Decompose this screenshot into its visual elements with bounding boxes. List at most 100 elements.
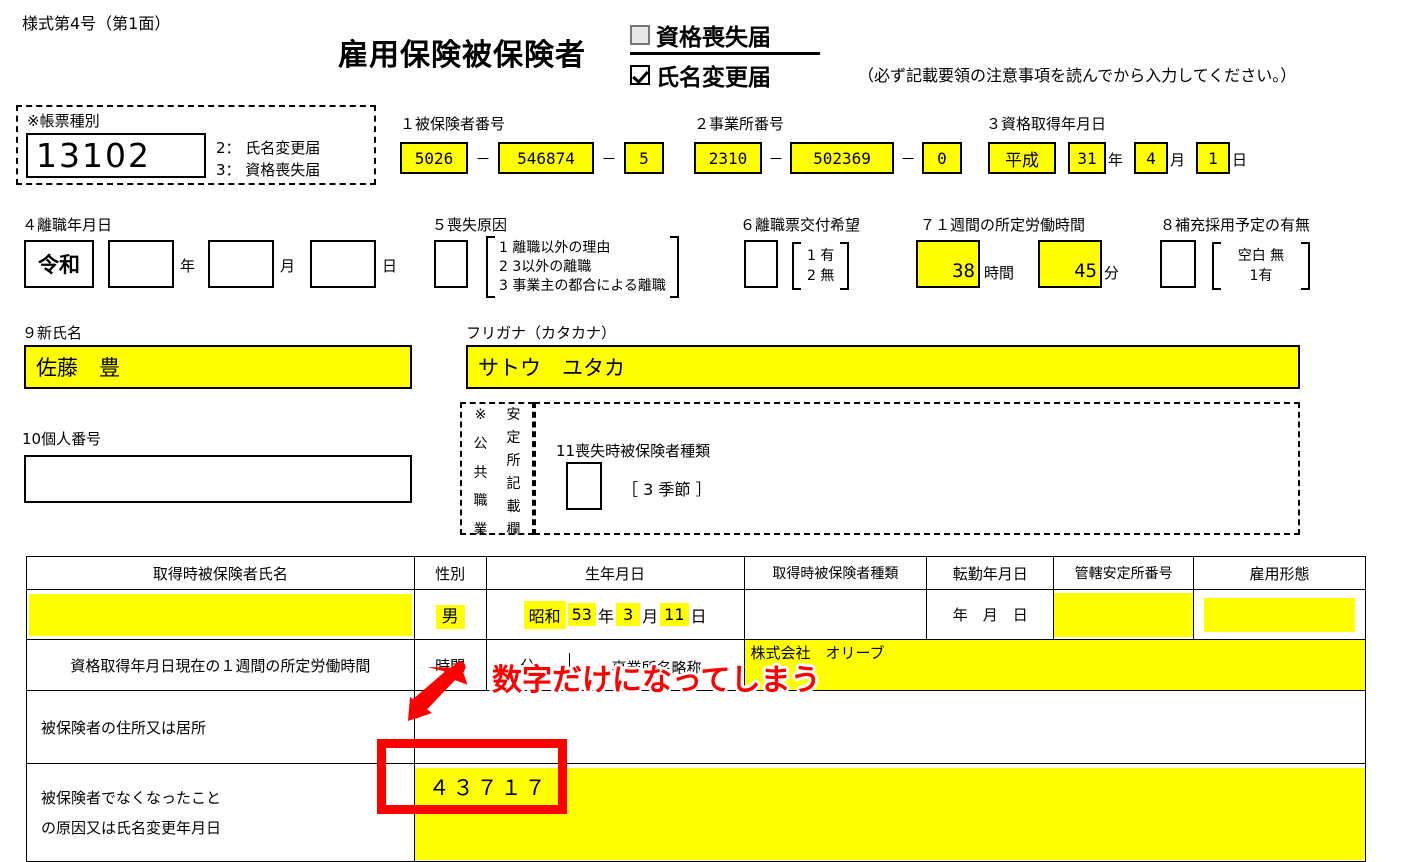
table-reason-label-line2: の原因又は氏名変更年月日 xyxy=(41,818,222,837)
field7-hours-value: 38 xyxy=(952,260,975,282)
table-office-name-cell[interactable]: 株式会社 オリーブ xyxy=(743,639,1366,691)
table-value-row: 男 昭和 53 年 3 月 11 日 年 月 日 xyxy=(26,589,1366,640)
field2-part3[interactable]: 0 xyxy=(922,142,962,174)
record-type-legend-1: 2： 氏名変更届 xyxy=(216,139,321,157)
field3-year[interactable]: 31 xyxy=(1068,142,1106,174)
field7-minutes[interactable]: 45 xyxy=(1038,240,1102,288)
field3-era-value: 平成 xyxy=(1005,150,1039,171)
table-header-row: 取得時被保険者氏名 性別 生年月日 取得時被保険者種類 転勤年月日 管轄安定所番… xyxy=(26,556,1366,590)
field5-options: 1 離職以外の理由 2 3以外の離職 3 事業主の都合による離職 xyxy=(486,236,679,298)
table-header-birthdate: 生年月日 xyxy=(485,556,745,590)
table-birth-year: 53 xyxy=(567,603,596,626)
field4-month[interactable] xyxy=(208,240,274,288)
table-cell-gender[interactable]: 男 xyxy=(413,589,487,640)
field5-option-2: 2 3以外の離職 xyxy=(499,258,592,275)
option-namechange-row[interactable]: 氏名変更届 xyxy=(630,58,771,92)
table-cell-birthdate[interactable]: 昭和 53 年 3 月 11 日 xyxy=(485,589,745,640)
table-header-transfer-date: 転勤年月日 xyxy=(926,556,1055,590)
bracket-open-icon xyxy=(486,236,495,298)
field10-input[interactable] xyxy=(24,455,412,503)
table-birth-month: 3 xyxy=(615,603,641,626)
field4-day-unit: 日 xyxy=(382,257,398,275)
table-cell-insured-type[interactable] xyxy=(743,589,928,640)
field6-input[interactable] xyxy=(744,240,778,288)
table-header-name: 取得時被保険者氏名 xyxy=(26,556,415,590)
office-use-col1-c1: 公 xyxy=(473,435,488,452)
field3-month[interactable]: 4 xyxy=(1134,142,1168,174)
field3-day[interactable]: 1 xyxy=(1196,142,1230,174)
field7-hours-unit: 時間 xyxy=(984,264,1015,282)
checkbox-namechange-checked[interactable] xyxy=(630,65,650,85)
field11-label: 11喪失時被保険者種類 xyxy=(556,442,711,460)
bracket-close-icon xyxy=(1301,242,1310,290)
field5-option-1: 1 離職以外の理由 xyxy=(499,239,611,256)
field1-sep-2: － xyxy=(601,149,617,168)
field3-label: ３資格取得年月日 xyxy=(986,115,1107,133)
field2-part1[interactable]: 2310 xyxy=(694,142,762,174)
field9-label: ９新氏名 xyxy=(22,324,83,342)
field3-year-value: 31 xyxy=(1077,148,1097,168)
table-header-employment-type: 雇用形態 xyxy=(1193,556,1366,590)
field9-name-input[interactable]: 佐藤 豊 xyxy=(24,345,412,389)
record-type-input[interactable]: 13102 xyxy=(26,133,206,178)
field11-option: ［ 3 季節 ］ xyxy=(622,480,712,499)
field8-input[interactable] xyxy=(1160,240,1196,288)
bracket-open-icon xyxy=(792,242,801,290)
record-type-legend-2: 3： 資格喪失届 xyxy=(216,161,321,179)
field7-hours[interactable]: 38 xyxy=(916,240,980,288)
office-use-col1-c4: 業 xyxy=(473,522,488,538)
field1-part3[interactable]: 5 xyxy=(624,142,664,174)
field8-option-list: 空白 無 1有 xyxy=(1227,242,1295,290)
table-gender-value: 男 xyxy=(435,605,465,629)
table-cell-name[interactable] xyxy=(26,589,415,640)
field4-year[interactable] xyxy=(108,240,174,288)
field6-options: 1 有 2 無 xyxy=(792,242,850,290)
field6-option-list: 1 有 2 無 xyxy=(807,242,834,290)
office-use-col1-c3: 職 xyxy=(473,493,488,510)
field9-furigana-input[interactable]: サトウ ユタカ xyxy=(466,345,1300,389)
field9-furigana-label: フリガナ（カタカナ） xyxy=(466,324,617,342)
office-use-col2-c1: 定 xyxy=(506,430,521,446)
field1-part2[interactable]: 546874 xyxy=(498,142,594,174)
field2-sep-2: － xyxy=(900,149,916,168)
table-birth-day-unit: 日 xyxy=(690,606,707,626)
field2-sep-1: － xyxy=(768,149,784,168)
table-address-label: 被保険者の住所又は居所 xyxy=(26,690,415,764)
field5-input[interactable] xyxy=(434,240,468,288)
field4-label: ４離職年月日 xyxy=(22,216,113,234)
field4-month-unit: 月 xyxy=(280,257,296,275)
office-use-col2-c5: 欄 xyxy=(506,522,521,538)
checkbox-loss-unchecked[interactable] xyxy=(630,25,650,45)
field5-label: ５喪失原因 xyxy=(432,216,508,234)
office-use-col2: 安 定 所 記 載 欄 xyxy=(507,408,521,537)
table-header-gender: 性別 xyxy=(413,556,487,590)
option-loss-row[interactable]: 資格喪失届 xyxy=(630,18,771,52)
field3-month-value: 4 xyxy=(1146,148,1156,168)
field1-part2-value: 546874 xyxy=(517,148,575,168)
field2-part2[interactable]: 502369 xyxy=(790,142,894,174)
annotation-highlight-box xyxy=(377,739,567,814)
table-cell-transfer-date[interactable]: 年 月 日 xyxy=(926,589,1055,640)
office-use-content-box xyxy=(534,402,1300,535)
field1-part1[interactable]: 5026 xyxy=(400,142,468,174)
field11-input[interactable] xyxy=(566,462,602,510)
field3-day-unit: 日 xyxy=(1232,151,1248,169)
record-type-label: ※帳票種別 xyxy=(27,112,100,130)
office-use-vertical-label-box: ※ 公 共 職 業 安 定 所 記 載 欄 xyxy=(460,402,534,538)
table-cell-employment-type[interactable] xyxy=(1193,589,1366,640)
office-use-col2-c4: 載 xyxy=(506,499,521,515)
field9-furigana-value: サトウ ユタカ xyxy=(478,356,625,380)
table-reason-label: 被保険者でなくなったこと の原因又は氏名変更年月日 xyxy=(26,763,415,862)
bracket-close-icon xyxy=(669,236,679,298)
field4-era[interactable]: 令和 xyxy=(24,240,94,288)
form-number: 様式第4号（第1面） xyxy=(22,14,171,33)
field3-era[interactable]: 平成 xyxy=(988,142,1056,174)
table-cell-office-no[interactable] xyxy=(1053,589,1195,640)
table-birth-month-unit: 月 xyxy=(642,606,659,626)
annotation-arrow-icon xyxy=(408,661,468,721)
field8-option-1: 空白 無 xyxy=(1237,248,1285,264)
header-note: （必ず記載要領の注意事項を読んでから入力してください。） xyxy=(858,66,1297,85)
office-use-col1-c2: 共 xyxy=(473,464,488,481)
field7-minutes-value: 45 xyxy=(1074,260,1097,282)
field4-day[interactable] xyxy=(310,240,376,288)
